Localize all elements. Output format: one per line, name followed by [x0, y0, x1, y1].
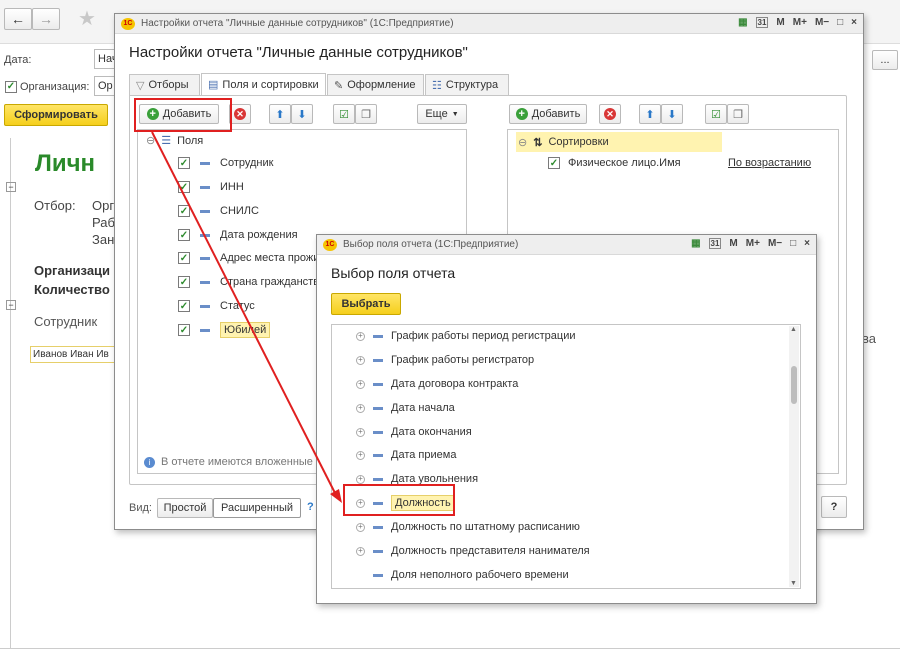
red-arrow-annotation: [151, 131, 342, 503]
